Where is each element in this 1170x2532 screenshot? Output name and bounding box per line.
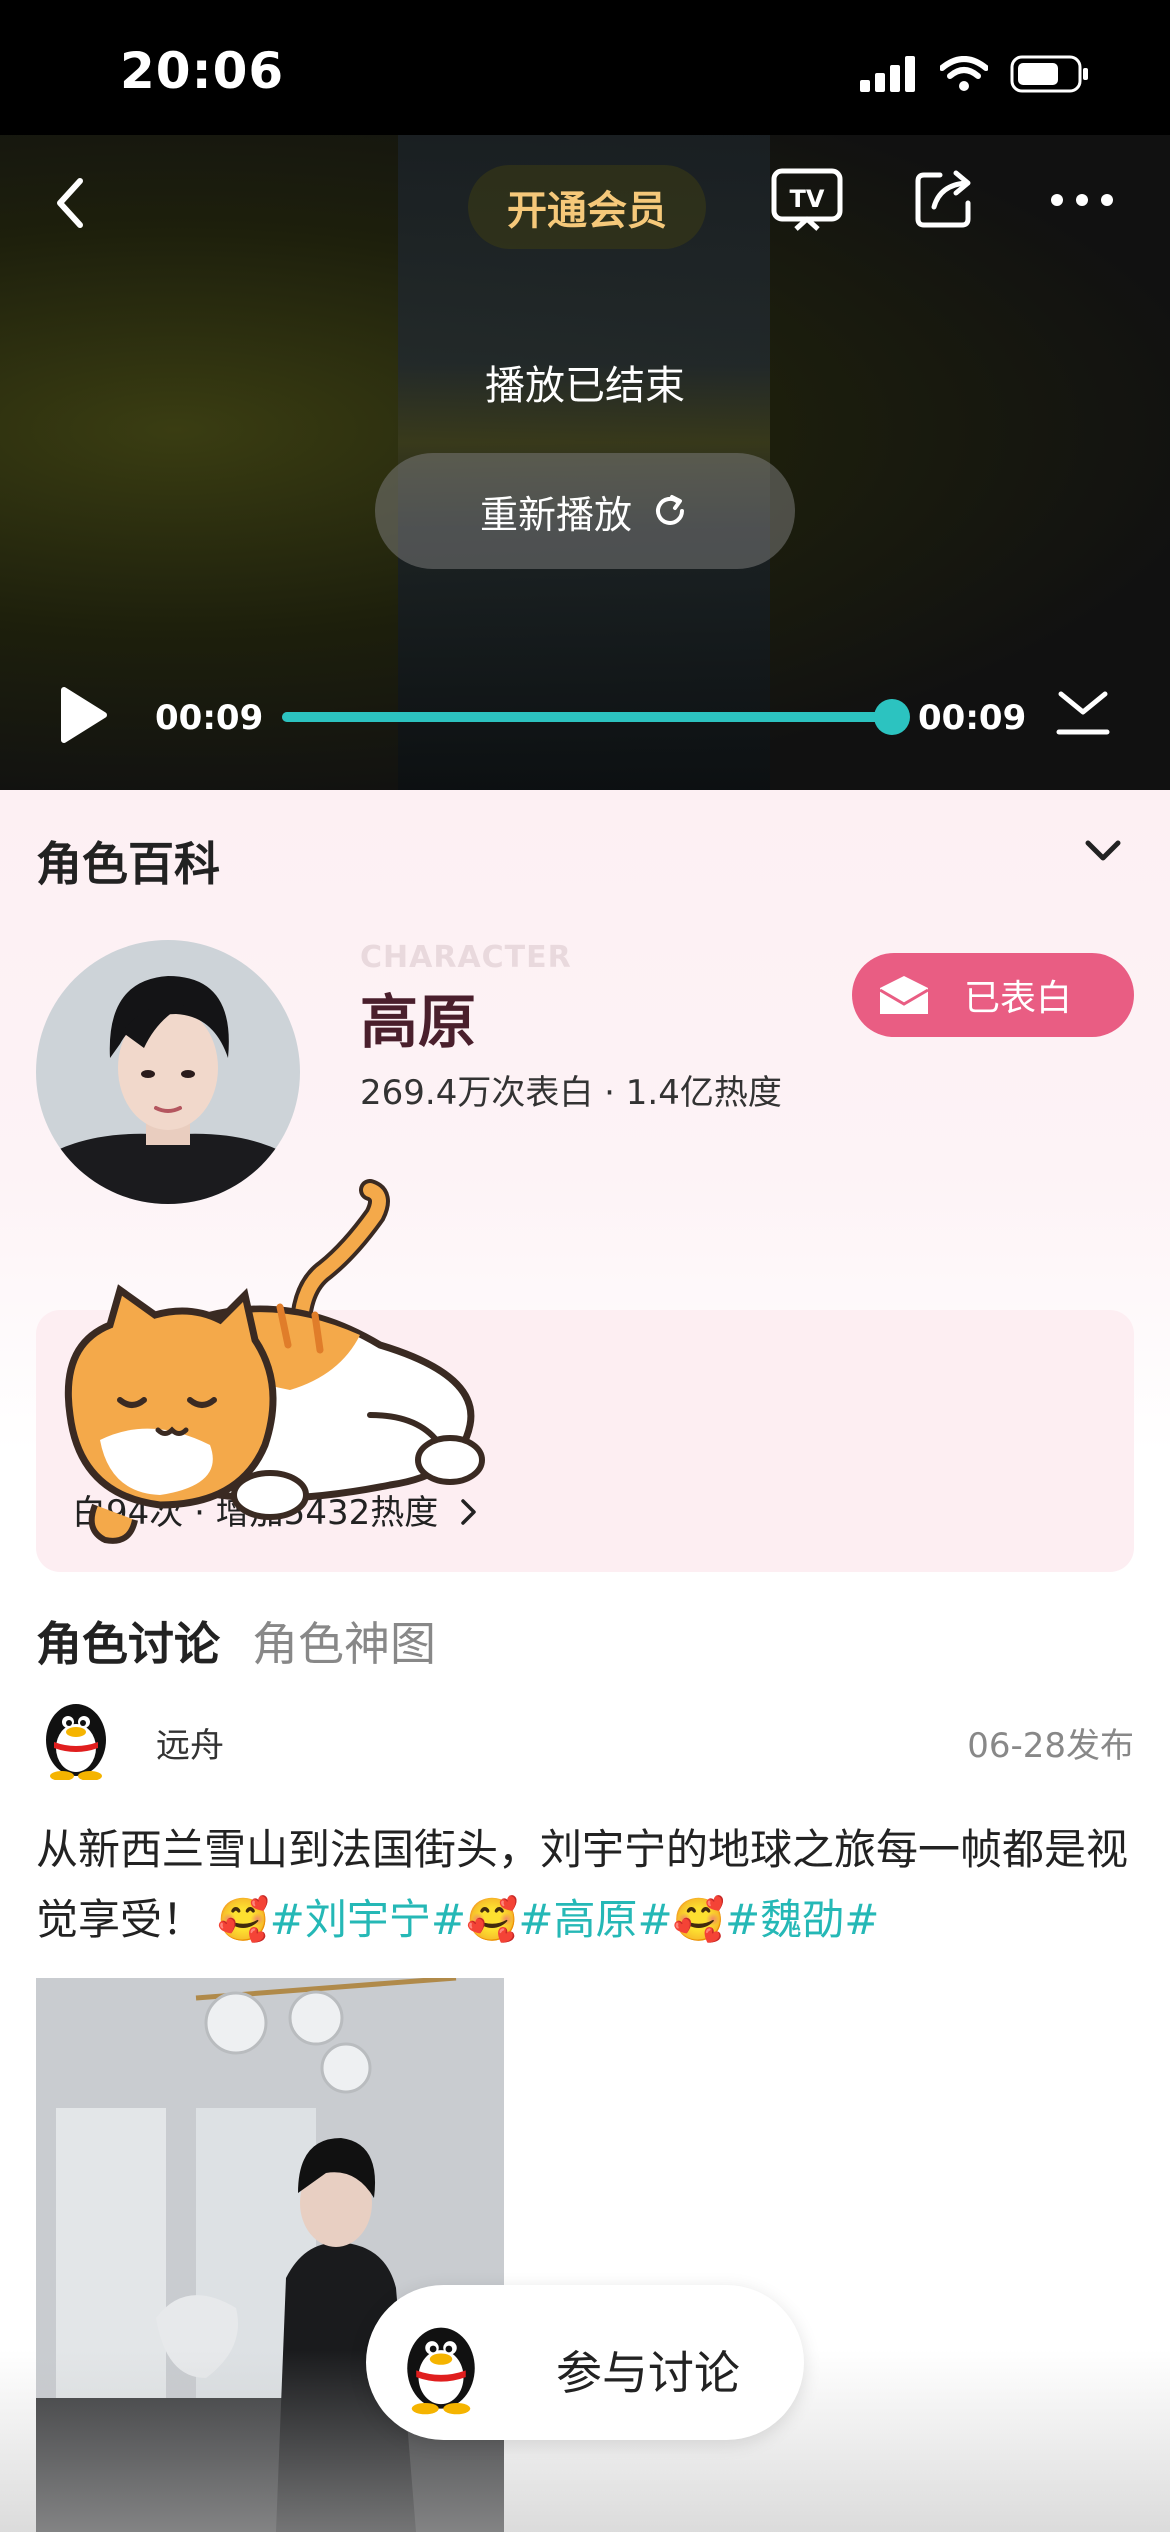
refresh-icon: [656, 495, 684, 525]
sleeping-cat-sticker: [64, 1179, 485, 1544]
play-icon[interactable]: [58, 684, 110, 746]
player-controls: 00:09 00:09: [0, 670, 1170, 760]
share-icon[interactable]: [910, 163, 980, 233]
confess-button[interactable]: 已表白: [852, 953, 1134, 1037]
hashtag[interactable]: #魏劭#: [725, 1895, 879, 1944]
signal-icon: [860, 56, 915, 92]
replay-label: 重新播放: [479, 492, 632, 537]
join-discussion-label: 参与讨论: [556, 2346, 740, 2400]
status-time: 20:06: [120, 42, 285, 100]
more-icon[interactable]: [1050, 193, 1114, 207]
svg-text:TV: TV: [790, 185, 825, 213]
progress-bar[interactable]: [282, 699, 910, 735]
vip-button[interactable]: 开通会员: [468, 165, 706, 249]
post-header: 远舟 06-28发布: [36, 1690, 1134, 1790]
post-username[interactable]: 远舟: [156, 1718, 224, 1767]
wifi-icon: [940, 56, 988, 91]
duration-time: 00:09: [918, 698, 1027, 738]
replay-button[interactable]: 重新播放: [375, 453, 795, 569]
playback-ended-text: 播放已结束: [485, 363, 685, 409]
post-text[interactable]: 从新西兰雪山到法国街头，刘宇宁的地球之旅每一帧都是视觉享受！ 🥰#刘宇宁#🥰#高…: [36, 1815, 1134, 1955]
content-area: 角色百科 CHARACTER 高原 269.4万次表白 · 1.4亿热度 已表白…: [0, 790, 1170, 2532]
current-time: 00:09: [155, 698, 264, 738]
status-bar: 20:06: [0, 0, 1170, 135]
emoji: 🥰: [466, 1895, 519, 1944]
tab-gallery[interactable]: 角色神图: [252, 1608, 436, 1674]
character-avatar[interactable]: [36, 940, 300, 1204]
character-stats: 269.4万次表白 · 1.4亿热度: [360, 1073, 782, 1113]
discussion-tabs: 角色讨论 角色神图: [36, 1608, 436, 1674]
character-name: 高原: [360, 988, 477, 1056]
emoji: 🥰: [217, 1895, 270, 1944]
qq-penguin-avatar[interactable]: [36, 1690, 116, 1780]
tab-discussion[interactable]: 角色讨论: [36, 1608, 220, 1674]
progress-knob[interactable]: [874, 699, 910, 735]
join-discussion-button[interactable]: 参与讨论: [366, 2285, 804, 2440]
video-player[interactable]: 开通会员 TV 播放已结束 重新播放 00:09 00:09: [0, 135, 1170, 790]
tv-cast-icon[interactable]: TV: [770, 165, 844, 235]
hashtag[interactable]: #高原#: [518, 1895, 672, 1944]
confess-label: 已表白: [964, 978, 1073, 1019]
download-icon[interactable]: [1055, 688, 1111, 740]
status-icons: [860, 55, 1090, 93]
section-title: 角色百科: [36, 837, 220, 891]
post-date: 06-28发布: [967, 1726, 1134, 1766]
battery-icon: [1010, 55, 1088, 93]
character-en-label: CHARACTER: [360, 940, 572, 975]
progress-fill: [282, 712, 892, 722]
back-icon[interactable]: [50, 173, 90, 233]
envelope-icon: [879, 976, 929, 1014]
qq-penguin-icon: [407, 2327, 475, 2415]
hashtag[interactable]: #刘宇宁#: [270, 1895, 466, 1944]
emoji: 🥰: [672, 1895, 726, 1944]
chevron-down-icon[interactable]: [1084, 838, 1122, 864]
